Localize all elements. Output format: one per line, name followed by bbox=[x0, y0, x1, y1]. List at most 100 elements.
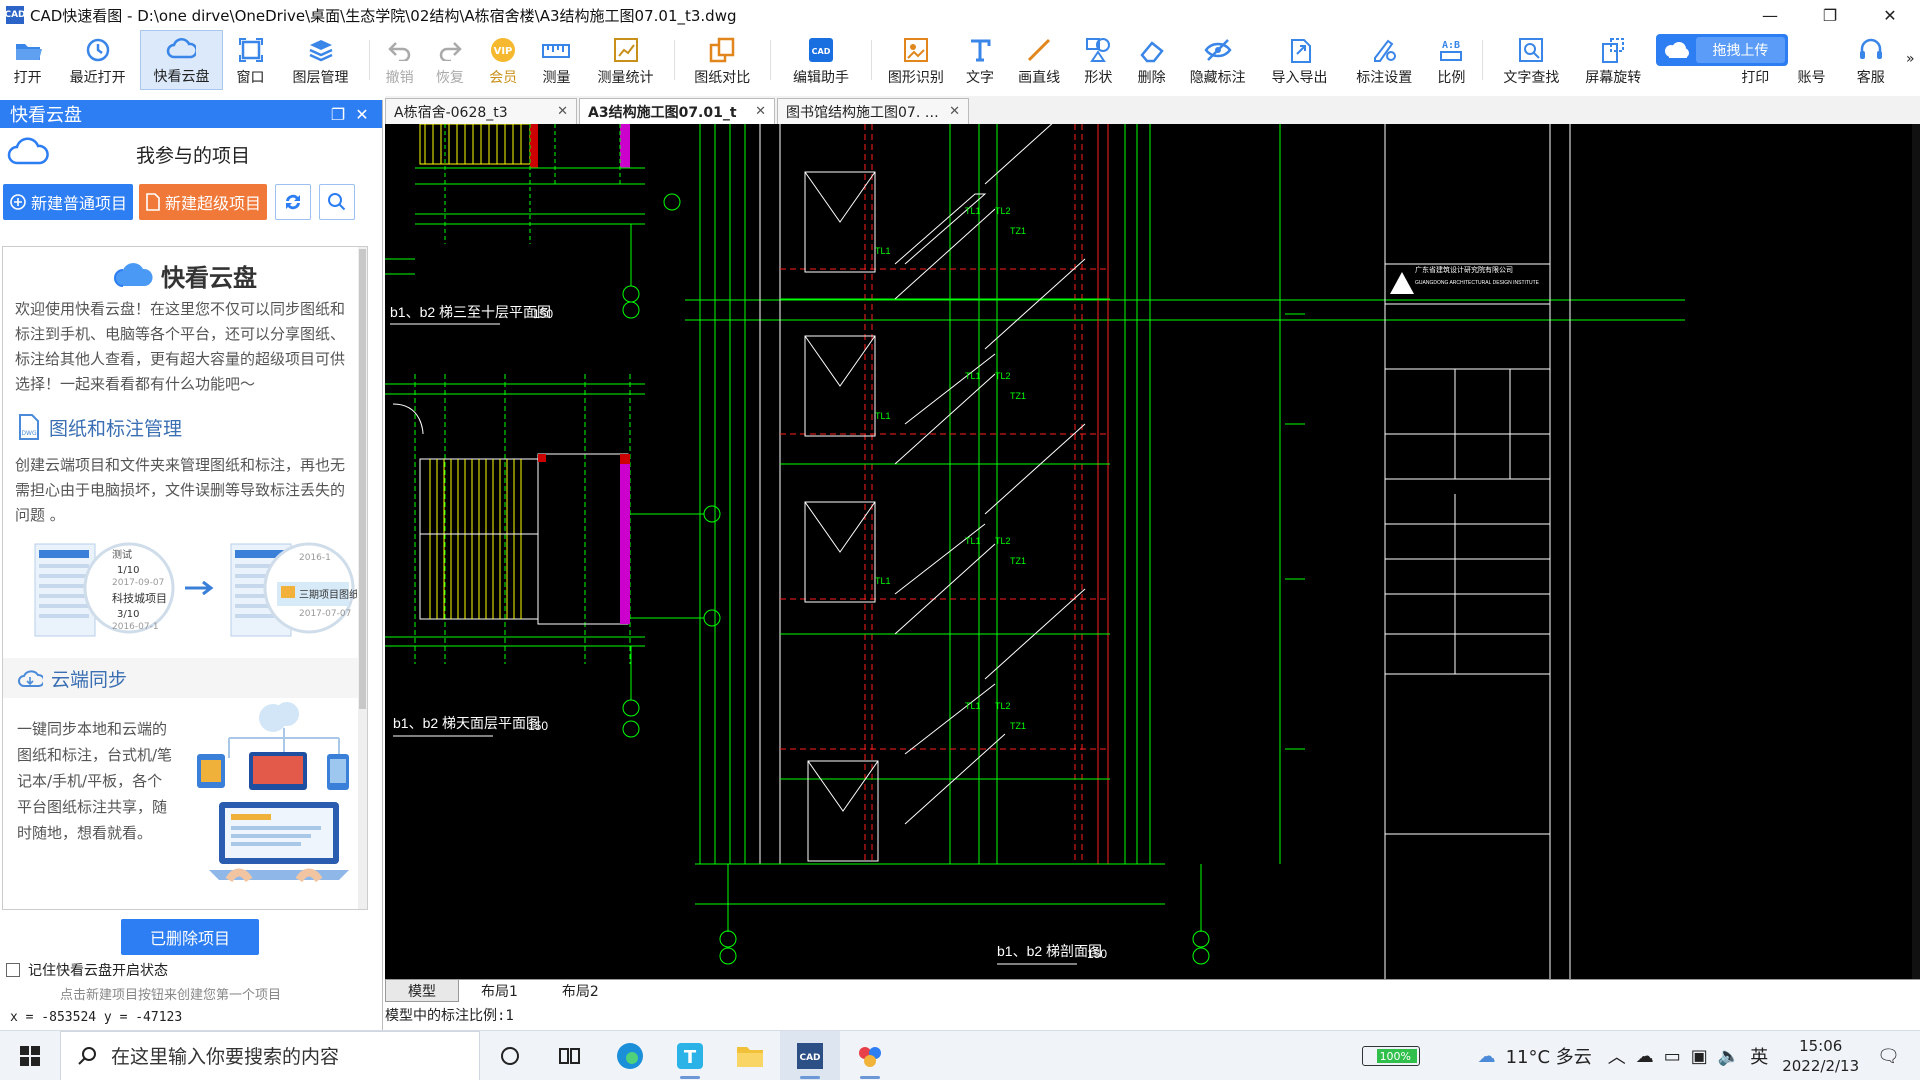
measure-stats-button[interactable]: 测量统计 bbox=[583, 30, 668, 90]
svg-text:TL1: TL1 bbox=[965, 371, 981, 381]
weather-text[interactable]: 11°C 多云 bbox=[1506, 1043, 1592, 1069]
onedrive-cloud-icon[interactable]: ☁ bbox=[1636, 1046, 1654, 1067]
network-icon[interactable]: ▣ bbox=[1691, 1046, 1708, 1067]
hide-annotation-icon bbox=[1203, 35, 1233, 65]
text-search-button[interactable]: 文字查找 bbox=[1489, 30, 1574, 90]
recent-label: 最近打开 bbox=[69, 70, 126, 86]
project-buttons: 新建普通项目 新建超级项目 bbox=[0, 180, 382, 224]
window-button[interactable]: 窗口 bbox=[223, 30, 278, 90]
scale-button[interactable]: A:B 比例 bbox=[1427, 30, 1476, 90]
battery-tray-icon[interactable]: ▭ bbox=[1664, 1046, 1681, 1067]
sync-button[interactable] bbox=[275, 184, 312, 220]
illus-left-b: 1/10 bbox=[117, 565, 139, 576]
panel-scroll-thumb[interactable] bbox=[359, 249, 366, 709]
edit-assistant-button[interactable]: CAD 编辑助手 bbox=[777, 30, 866, 90]
cad-app-button[interactable]: CAD bbox=[780, 1030, 840, 1080]
drag-upload-button[interactable]: 拖拽上传 bbox=[1656, 34, 1788, 66]
tab-close-icon[interactable]: ✕ bbox=[949, 104, 960, 119]
toolbar-divider bbox=[1482, 40, 1484, 80]
delete-button[interactable]: 删除 bbox=[1125, 30, 1178, 90]
tab-document-3[interactable]: 图书馆结构施工图07. … ✕ bbox=[777, 98, 969, 124]
cortana-icon bbox=[501, 1046, 519, 1065]
remember-state-checkbox[interactable]: 记住快看云盘开启状态 bbox=[6, 960, 168, 980]
svg-text:TZ1: TZ1 bbox=[1010, 226, 1026, 236]
deleted-projects-button[interactable]: 已删除项目 bbox=[121, 919, 259, 955]
intro-scroll-area[interactable]: 快看云盘 欢迎使用快看云盘！在这里您不仅可以同步图纸和标注到手机、电脑等各个平台… bbox=[2, 246, 368, 910]
restore-icon[interactable]: ❐ bbox=[1800, 0, 1860, 30]
layer-manage-button[interactable]: 图层管理 bbox=[278, 30, 363, 90]
open-button[interactable]: 打开 bbox=[0, 30, 55, 90]
tab-close-icon[interactable]: ✕ bbox=[557, 104, 568, 119]
annotation-settings-button[interactable]: 标注设置 bbox=[1342, 30, 1427, 90]
draw-line-button[interactable]: 画直线 bbox=[1007, 30, 1072, 90]
pinwheel-icon bbox=[859, 1046, 881, 1067]
text-icon bbox=[965, 35, 995, 65]
clock[interactable]: 15:06 2022/2/13 bbox=[1782, 1036, 1859, 1076]
cloud-disk-button[interactable]: 快看云盘 bbox=[140, 30, 223, 90]
tab-model[interactable]: 模型 bbox=[385, 980, 459, 1002]
battery-indicator[interactable]: 100% bbox=[1361, 1046, 1420, 1066]
tab-close-icon[interactable]: ✕ bbox=[755, 104, 766, 119]
recent-button[interactable]: 最近打开 bbox=[55, 30, 140, 90]
folder-icon bbox=[737, 1046, 763, 1067]
annotation-settings-icon bbox=[1369, 35, 1399, 65]
tab-layout-1[interactable]: 布局1 bbox=[459, 980, 540, 1002]
illus-right-b: 三期项目图纸 bbox=[299, 588, 357, 601]
support-label: 客服 bbox=[1856, 70, 1885, 86]
volume-icon[interactable]: 🔈 bbox=[1718, 1046, 1740, 1067]
edge-browser-button[interactable] bbox=[600, 1031, 660, 1080]
panel-float-icon[interactable]: ❐ bbox=[328, 104, 348, 124]
file-explorer-button[interactable] bbox=[720, 1031, 780, 1080]
cad-drawing-canvas[interactable]: b1、b2 梯三至十层平面图 150 b1、b2 梯天面层平面图 150 TL1… bbox=[385, 124, 1920, 979]
text-app-button[interactable]: T bbox=[660, 1031, 720, 1080]
minimize-icon[interactable]: — bbox=[1740, 0, 1800, 30]
notification-icon[interactable]: 🗨 bbox=[1877, 1046, 1900, 1067]
import-export-button[interactable]: 导入导出 bbox=[1257, 30, 1342, 90]
eraser-icon bbox=[1137, 35, 1167, 65]
shape-recognize-button[interactable]: 图形识别 bbox=[878, 30, 953, 90]
redo-button[interactable]: 恢复 bbox=[423, 30, 476, 90]
search-button[interactable] bbox=[319, 184, 356, 220]
task-view-button[interactable] bbox=[540, 1031, 600, 1080]
close-icon[interactable]: ✕ bbox=[1860, 0, 1920, 30]
more-tools-button[interactable]: » bbox=[1900, 30, 1920, 90]
compare-button[interactable]: 图纸对比 bbox=[681, 30, 764, 90]
illus-left-a: 测试 bbox=[112, 548, 132, 561]
shape-button[interactable]: 形状 bbox=[1072, 30, 1125, 90]
panel-close-icon[interactable]: ✕ bbox=[352, 104, 372, 124]
toolbar-divider bbox=[368, 40, 370, 80]
panel-scrollbar[interactable] bbox=[358, 247, 367, 909]
tab-layout-2[interactable]: 布局2 bbox=[540, 980, 621, 1002]
screen-rotate-button[interactable]: 屏幕旋转 bbox=[1574, 30, 1653, 90]
cloud-upload-icon bbox=[1656, 34, 1696, 66]
cloud-sync-illustration: 一键同步本地和云端的图纸和标注，台式机/笔记本/手机/平板，各个平台图纸标注共享… bbox=[3, 698, 367, 888]
ime-indicator[interactable]: 英 bbox=[1750, 1043, 1768, 1069]
task-view-icon bbox=[559, 1047, 580, 1064]
undo-button[interactable]: 撤销 bbox=[376, 30, 423, 90]
headset-icon bbox=[1856, 35, 1886, 65]
new-project-button[interactable]: 新建普通项目 bbox=[3, 184, 134, 220]
checkbox-box[interactable] bbox=[6, 963, 20, 977]
support-button[interactable]: 客服 bbox=[1841, 30, 1900, 90]
cloud-app-button[interactable] bbox=[840, 1031, 900, 1080]
windows-start-button[interactable] bbox=[0, 1031, 60, 1080]
tab-document-2[interactable]: A3结构施工图07.01_t ✕ bbox=[579, 98, 775, 124]
new-super-project-button[interactable]: 新建超级项目 bbox=[139, 184, 268, 220]
vip-button[interactable]: VIP 会员 bbox=[477, 30, 530, 90]
cortana-button[interactable] bbox=[480, 1031, 540, 1080]
measure-button[interactable]: 测量 bbox=[530, 30, 583, 90]
chevron-up-icon[interactable]: ︿ bbox=[1608, 1043, 1626, 1069]
account-button[interactable]: 账号 bbox=[1782, 30, 1841, 90]
ruler-icon bbox=[541, 35, 571, 65]
canvas-scrollbar[interactable] bbox=[1912, 124, 1920, 979]
shape-recognize-icon bbox=[901, 35, 931, 65]
line-icon bbox=[1024, 35, 1054, 65]
illus-left-c: 2017-09-07 bbox=[112, 578, 164, 588]
taskbar-search[interactable]: 在这里输入你要搜索的内容 bbox=[60, 1030, 480, 1080]
hide-annotation-button[interactable]: 隐藏标注 bbox=[1178, 30, 1257, 90]
section-drawing-management: DWG 图纸和标注管理 bbox=[3, 407, 367, 447]
tab-document-1[interactable]: A栋宿舍-0628_t3 ✕ bbox=[385, 98, 577, 124]
text-button[interactable]: 文字 bbox=[953, 30, 1006, 90]
remember-label: 记住快看云盘开启状态 bbox=[28, 963, 168, 979]
brand-title: 快看云盘 bbox=[161, 263, 257, 292]
